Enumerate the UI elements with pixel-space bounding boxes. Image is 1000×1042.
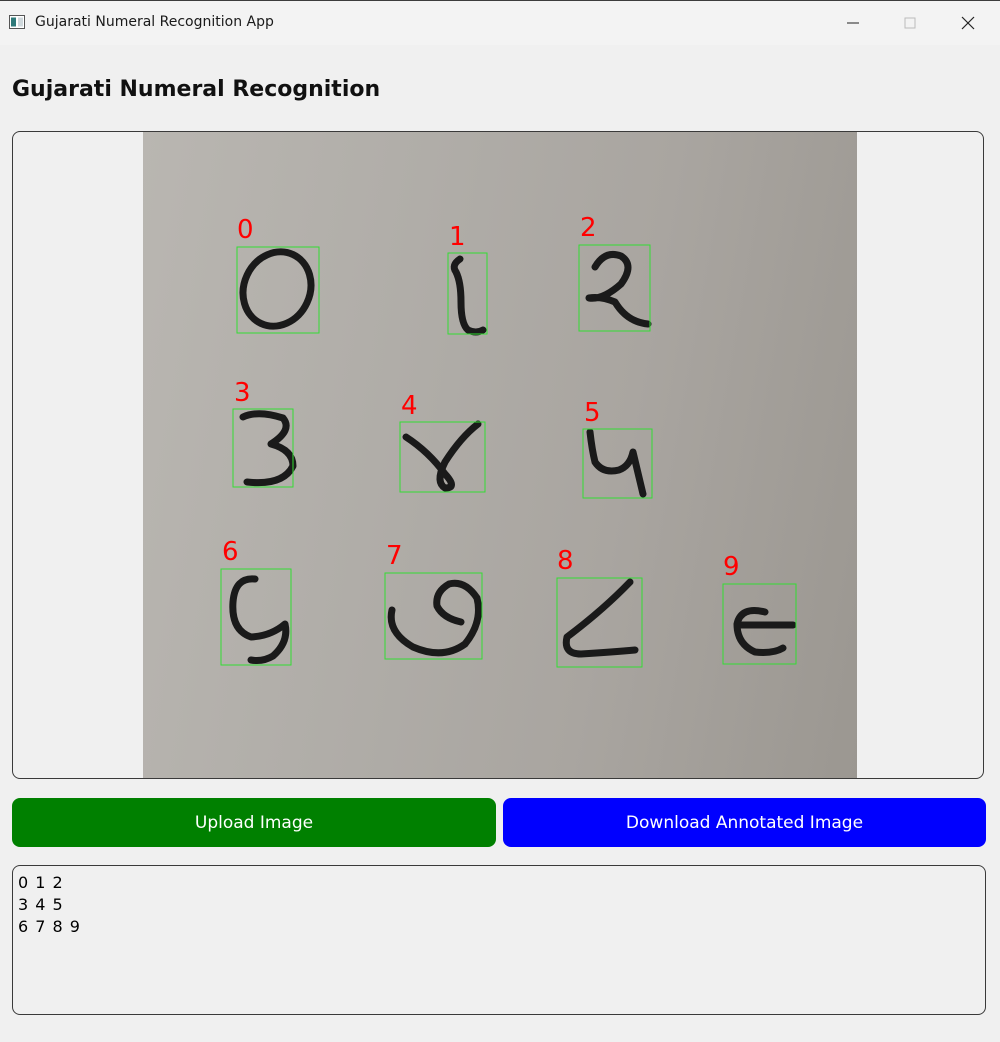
recognition-result-textbox[interactable]: 0 1 2 3 4 5 6 7 8 9 <box>12 865 986 1015</box>
annotated-photo: 0 1 2 3 4 5 6 7 8 9 <box>143 132 857 778</box>
detection-label: 6 <box>222 537 239 567</box>
maximize-button[interactable] <box>881 1 939 45</box>
result-line: 6 7 8 9 <box>18 917 81 936</box>
detection-label: 4 <box>401 391 418 421</box>
image-display-panel: 0 1 2 3 4 5 6 7 8 9 <box>12 131 984 779</box>
annotation-overlay: 0 1 2 3 4 5 6 7 8 9 <box>220 213 797 668</box>
download-annotated-image-button[interactable]: Download Annotated Image <box>503 798 986 847</box>
app-window-icon <box>9 15 25 29</box>
detection-label: 7 <box>386 541 403 571</box>
detection-label: 9 <box>723 552 740 582</box>
close-button[interactable] <box>939 1 997 45</box>
detection-labels: 0 1 2 3 4 5 6 7 8 9 <box>222 213 740 582</box>
detection-label: 5 <box>584 398 601 428</box>
detection-label: 3 <box>234 378 251 408</box>
minimize-icon <box>847 22 859 24</box>
title-bar[interactable]: Gujarati Numeral Recognition App <box>0 0 1000 45</box>
page-title: Gujarati Numeral Recognition <box>12 77 381 102</box>
upload-image-button[interactable]: Upload Image <box>12 798 496 847</box>
detection-label: 1 <box>449 222 466 252</box>
window-title: Gujarati Numeral Recognition App <box>35 14 274 30</box>
detection-label: 0 <box>237 215 254 245</box>
bbox <box>236 246 320 334</box>
detection-label: 2 <box>580 213 597 243</box>
maximize-icon <box>904 17 916 29</box>
result-line: 3 4 5 <box>18 895 64 914</box>
detection-label: 8 <box>557 546 574 576</box>
result-line: 0 1 2 <box>18 873 64 892</box>
handwriting <box>229 248 797 664</box>
close-icon <box>961 16 975 30</box>
app-window: Gujarati Numeral Recognition App Gujarat… <box>0 0 1000 1042</box>
minimize-button[interactable] <box>824 1 882 45</box>
